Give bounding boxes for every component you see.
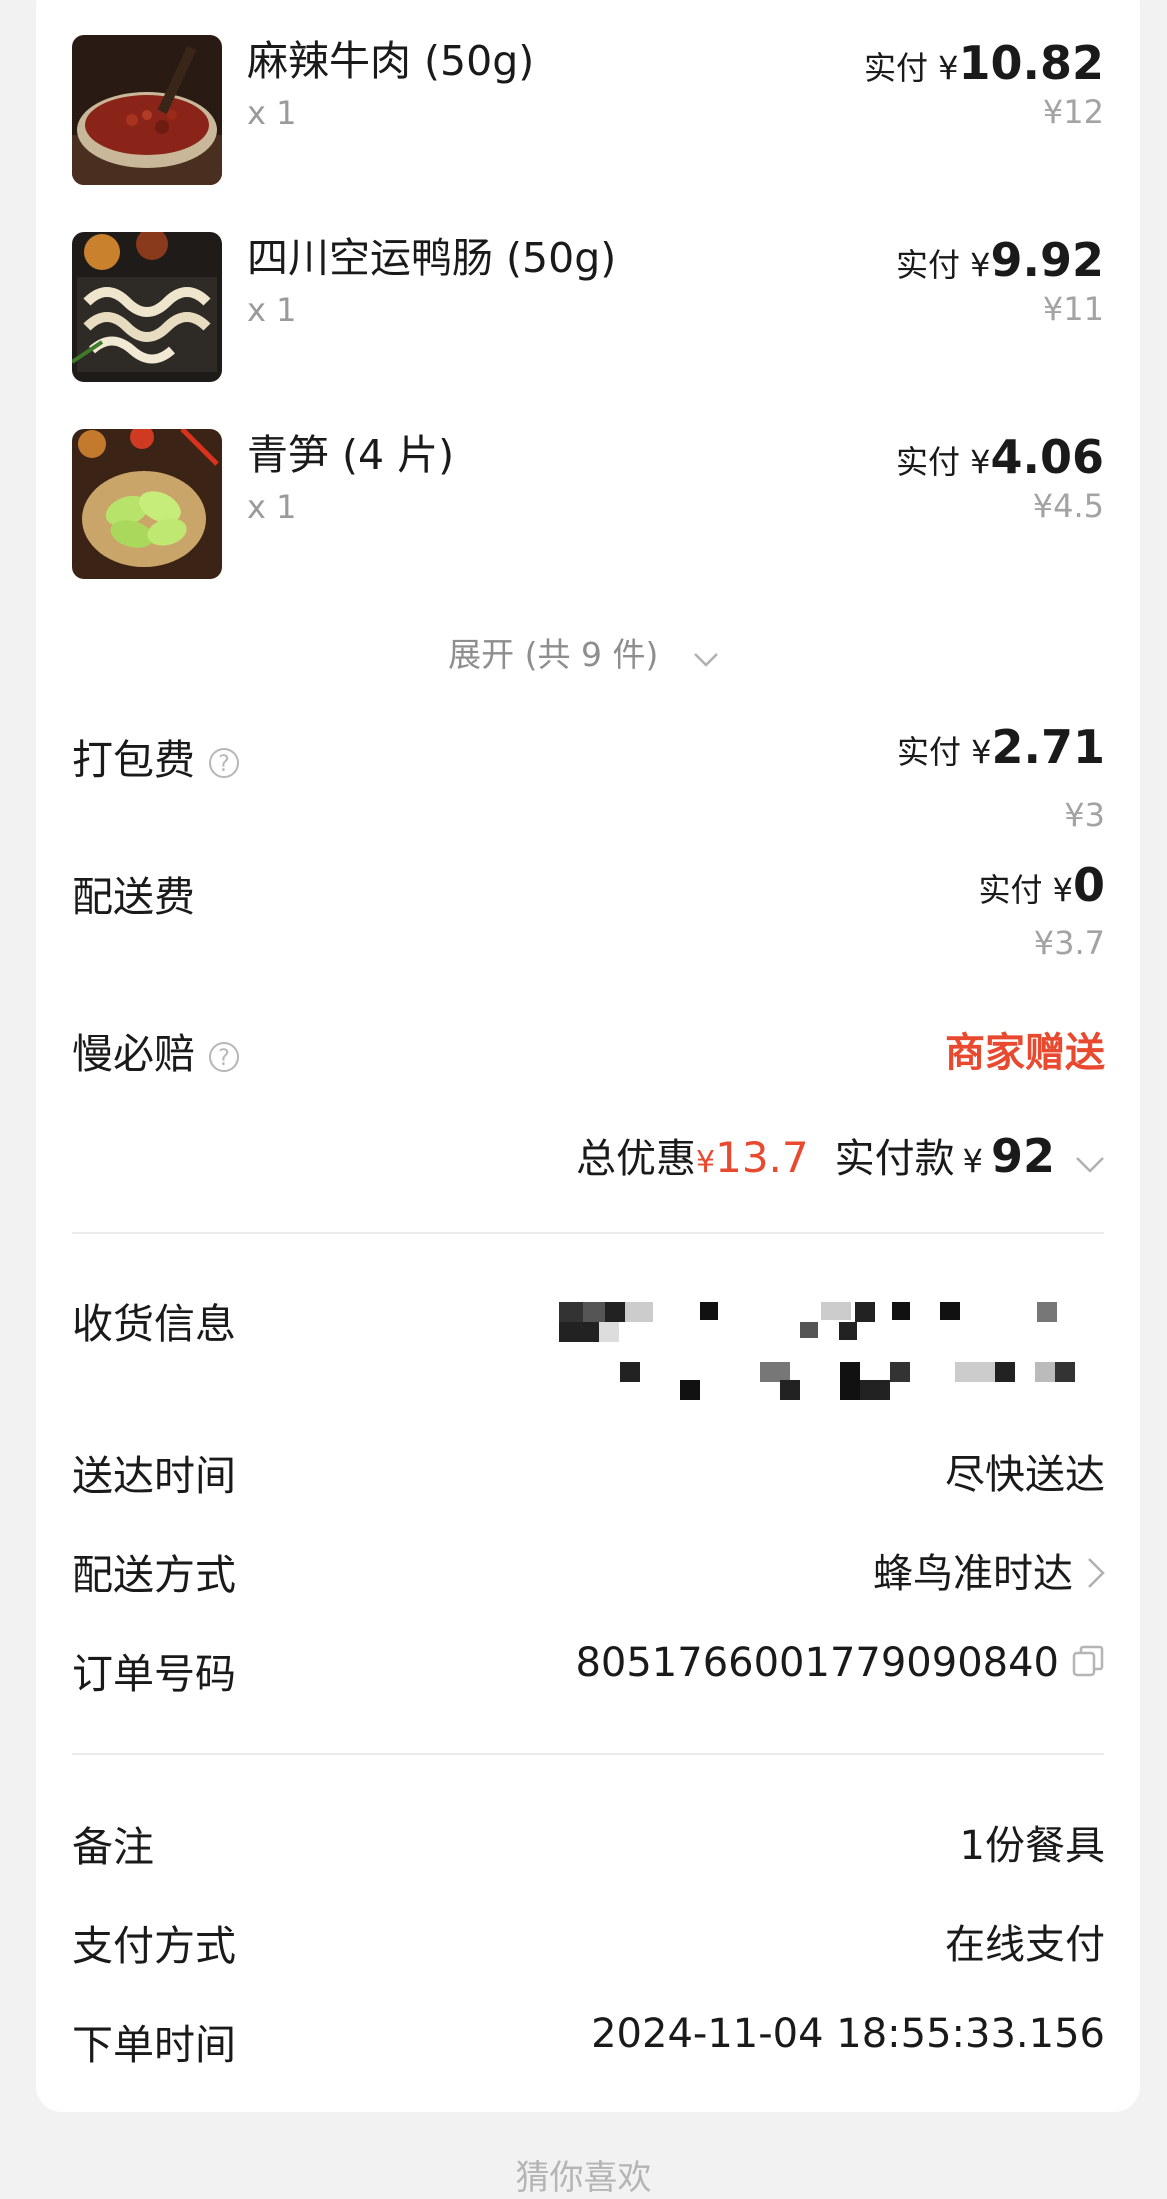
item-original-price: ¥4.5 — [1032, 487, 1104, 525]
item-name: 麻辣牛肉 (50g) — [247, 37, 535, 85]
divider — [72, 1232, 1104, 1234]
duck-intestine-photo — [72, 232, 222, 382]
expand-label: 展开 (共 9 件) — [448, 635, 659, 674]
total-discount-label: 总优惠 — [576, 1136, 697, 1182]
order-item[interactable]: 青笋 (4 片) x 1 实付 ¥4.06 ¥4.5 — [72, 429, 1104, 579]
item-quantity: x 1 — [247, 291, 297, 329]
item-quantity: x 1 — [247, 94, 297, 132]
payment-summary[interactable]: 总优惠¥13.7 实付款 ¥92 — [576, 1126, 1105, 1184]
delivery-time-label: 送达时间 — [72, 1452, 236, 1500]
delivery-fee-original: ¥3.7 — [1033, 924, 1105, 962]
chevron-down-icon — [1075, 1138, 1105, 1184]
order-time-value: 2024-11-04 18:55:33.156 — [591, 2011, 1105, 2057]
order-time-label: 下单时间 — [72, 2021, 236, 2069]
item-name: 四川空运鸭肠 (50g) — [247, 234, 617, 282]
packing-fee-paid: 实付 ¥2.71 — [896, 720, 1105, 774]
lettuce-stem-photo — [72, 429, 222, 579]
order-item[interactable]: 麻辣牛肉 (50g) x 1 实付 ¥10.82 ¥12 — [72, 35, 1104, 185]
slow-guarantee-label: 慢必赔? — [72, 1020, 239, 1080]
item-paid-price: 实付 ¥4.06 — [895, 430, 1104, 484]
delivery-method-link[interactable]: 蜂鸟准时达 — [873, 1541, 1105, 1599]
paid-total-amount: 92 — [990, 1129, 1055, 1183]
delivery-fee-label: 配送费 — [72, 873, 195, 921]
recommendations-heading: 猜你喜欢 — [515, 2158, 652, 2198]
payment-method-label: 支付方式 — [72, 1922, 236, 1970]
order-number-value: 8051766001779090840 — [575, 1640, 1059, 1686]
packing-fee-original: ¥3 — [1064, 796, 1105, 834]
note-label: 备注 — [72, 1823, 154, 1871]
copy-icon[interactable] — [1071, 1642, 1105, 1688]
help-icon[interactable]: ? — [209, 1042, 239, 1072]
note-value: 1份餐具 — [959, 1823, 1105, 1869]
payment-method-value: 在线支付 — [945, 1922, 1105, 1968]
slow-guarantee-value: 商家赠送 — [945, 1030, 1105, 1076]
receiver-info-label: 收货信息 — [72, 1300, 236, 1348]
item-paid-price: 实付 ¥10.82 — [863, 36, 1104, 90]
order-number-label: 订单号码 — [72, 1650, 236, 1698]
delivery-method-label: 配送方式 — [72, 1551, 236, 1599]
delivery-time-value: 尽快送达 — [945, 1452, 1105, 1498]
delivery-fee-paid: 实付 ¥0 — [978, 858, 1105, 912]
item-quantity: x 1 — [247, 488, 297, 526]
delivery-method-value: 蜂鸟准时达 — [873, 1551, 1073, 1597]
order-number: 8051766001779090840 — [575, 1640, 1105, 1688]
paid-total-label: 实付款 — [834, 1136, 955, 1182]
help-icon[interactable]: ? — [209, 748, 239, 778]
chevron-down-icon — [693, 637, 719, 676]
packing-fee-label: 打包费? — [72, 726, 239, 786]
divider — [72, 1753, 1104, 1755]
receiver-info-redacted — [555, 1300, 1125, 1410]
chevron-right-icon — [1087, 1553, 1105, 1599]
expand-items-button[interactable]: 展开 (共 9 件) — [0, 628, 1167, 676]
item-original-price: ¥11 — [1042, 290, 1104, 328]
item-name: 青笋 (4 片) — [247, 431, 455, 479]
spicy-beef-photo — [72, 35, 222, 185]
order-item[interactable]: 四川空运鸭肠 (50g) x 1 实付 ¥9.92 ¥11 — [72, 232, 1104, 382]
item-paid-price: 实付 ¥9.92 — [895, 233, 1104, 287]
item-original-price: ¥12 — [1042, 93, 1104, 131]
